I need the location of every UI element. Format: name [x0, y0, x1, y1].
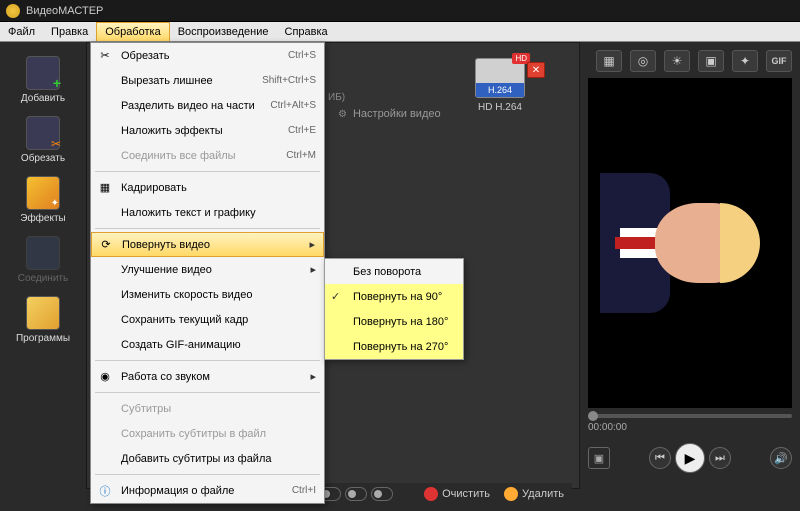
codec-label: H.264 [476, 83, 524, 97]
submenu-arrow-icon: ▸ [310, 370, 316, 383]
menu-item-text[interactable]: Наложить текст и графику [91, 200, 324, 225]
snapshot-button[interactable]: ▣ [588, 447, 610, 469]
play-button[interactable]: ▶ [675, 443, 705, 473]
tool-speed-icon[interactable]: ✦ [732, 50, 758, 72]
menu-item-gif[interactable]: Создать GIF-анимацию [91, 332, 324, 357]
tool-gif-button[interactable]: GIF [766, 50, 792, 72]
delete-icon [504, 487, 518, 501]
app-title: ВидеоМАСТЕР [26, 5, 103, 17]
sidebar-join: Соединить [10, 232, 76, 288]
menu-item-merge: Соединить все файлыCtrl+M [91, 143, 324, 168]
bb-clear[interactable]: Очистить [424, 487, 490, 501]
tool-crop-icon[interactable]: ▦ [596, 50, 622, 72]
app-logo-icon [6, 4, 20, 18]
sidebar: Добавить Обрезать Эффекты Соединить Прог… [0, 42, 86, 489]
thumb-caption: HD H.264 [460, 102, 540, 113]
menu-playback[interactable]: Воспроизведение [170, 22, 277, 41]
audio-icon: ◉ [97, 369, 113, 385]
menu-process[interactable]: Обработка [96, 22, 169, 41]
menu-item-savesubs: Сохранить субтитры в файл [91, 421, 324, 446]
info-icon: ⓘ [97, 483, 113, 499]
tool-brightness-icon[interactable]: ☀ [664, 50, 690, 72]
time-display: 00:00:00 [588, 422, 792, 433]
menu-item-trim[interactable]: Вырезать лишнееShift+Ctrl+S [91, 68, 324, 93]
menubar: Файл Правка Обработка Воспроизведение Сп… [0, 22, 800, 42]
programs-icon [26, 296, 60, 330]
menu-edit[interactable]: Правка [43, 22, 96, 41]
bb-delete[interactable]: Удалить [504, 487, 564, 501]
menu-item-subs: Субтитры [91, 396, 324, 421]
join-icon [26, 236, 60, 270]
sidebar-cut[interactable]: Обрезать [10, 112, 76, 168]
sidebar-effects[interactable]: Эффекты [10, 172, 76, 228]
menu-item-addsubs[interactable]: Добавить субтитры из файла [91, 446, 324, 471]
menu-item-info[interactable]: ⓘИнформация о файлеCtrl+I [91, 478, 324, 503]
menu-item-crop[interactable]: ✂ОбрезатьCtrl+S [91, 43, 324, 68]
volume-button[interactable]: 🔊 [770, 447, 792, 469]
titlebar: ВидеоМАСТЕР [0, 0, 800, 22]
submenu-item-180[interactable]: Повернуть на 180° [325, 309, 463, 334]
submenu-item-270[interactable]: Повернуть на 270° [325, 334, 463, 359]
rotate-icon: ⟳ [98, 237, 114, 253]
preview-tools: ▦ ◎ ☀ ▣ ✦ GIF [588, 50, 792, 72]
menu-item-audio[interactable]: ◉Работа со звуком▸ [91, 364, 324, 389]
frame-icon: ▦ [97, 180, 113, 196]
effects-icon [26, 176, 60, 210]
add-icon [26, 56, 60, 90]
playhead-icon[interactable] [588, 411, 598, 421]
next-button[interactable]: ⏭ [709, 447, 731, 469]
sidebar-programs[interactable]: Программы [10, 292, 76, 348]
clear-icon [424, 487, 438, 501]
tool-enhance-icon[interactable]: ◎ [630, 50, 656, 72]
view-toggles[interactable] [319, 487, 393, 501]
menu-item-speed[interactable]: Изменить скорость видео [91, 282, 324, 307]
preview-panel: ▦ ◎ ☀ ▣ ✦ GIF 00:00:00 ▣ ⏮ ▶ ⏭ 🔊 [580, 42, 800, 489]
video-settings-link[interactable]: Настройки видео [338, 108, 441, 120]
submenu-item-90[interactable]: ✓Повернуть на 90° [325, 284, 463, 309]
tool-frame-icon[interactable]: ▣ [698, 50, 724, 72]
filesize-label: ИБ) [328, 92, 345, 103]
sidebar-add[interactable]: Добавить [10, 52, 76, 108]
menu-item-split[interactable]: Разделить видео на частиCtrl+Alt+S [91, 93, 324, 118]
check-icon: ✓ [331, 290, 340, 303]
process-menu: ✂ОбрезатьCtrl+S Вырезать лишнееShift+Ctr… [90, 42, 325, 504]
menu-file[interactable]: Файл [0, 22, 43, 41]
video-frame-content [610, 143, 770, 343]
crop-icon: ✂ [97, 48, 113, 64]
menu-item-frame[interactable]: ▦Кадрировать [91, 175, 324, 200]
menu-item-saveframe[interactable]: Сохранить текущий кадр [91, 307, 324, 332]
submenu-arrow-icon: ▸ [310, 263, 316, 276]
video-preview[interactable] [588, 78, 792, 408]
timeline[interactable] [588, 414, 792, 418]
cut-icon [26, 116, 60, 150]
menu-help[interactable]: Справка [277, 22, 336, 41]
close-button[interactable]: ✕ [527, 62, 545, 78]
menu-item-rotate[interactable]: ⟳Повернуть видео▸ [91, 232, 324, 257]
menu-item-overlay[interactable]: Наложить эффектыCtrl+E [91, 118, 324, 143]
rotate-submenu: Без поворота ✓Повернуть на 90° Повернуть… [324, 258, 464, 360]
prev-button[interactable]: ⏮ [649, 447, 671, 469]
submenu-item-none[interactable]: Без поворота [325, 259, 463, 284]
submenu-arrow-icon: ▸ [309, 238, 315, 251]
menu-item-enhance[interactable]: Улучшение видео▸ [91, 257, 324, 282]
